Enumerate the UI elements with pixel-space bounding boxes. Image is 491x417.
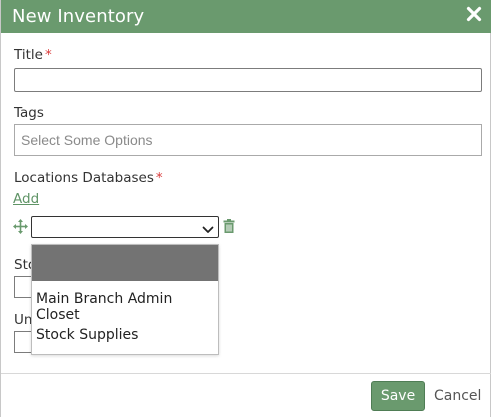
dropdown-option-stock-supplies[interactable]: Stock Supplies	[36, 327, 138, 343]
location-dropdown-list: Main Branch Admin Closet Stock Supplies	[31, 244, 219, 355]
locations-label: Locations Databases *	[14, 170, 163, 186]
move-icon[interactable]	[13, 219, 28, 234]
cancel-button[interactable]: Cancel	[434, 388, 481, 404]
trash-icon[interactable]	[223, 219, 235, 233]
dropdown-option-main-branch-admin-closet[interactable]: Main Branch Admin Closet	[36, 291, 218, 323]
required-marker: *	[44, 47, 52, 63]
tags-placeholder: Select Some Options	[21, 132, 153, 148]
location-select[interactable]	[31, 216, 219, 238]
title-input[interactable]	[14, 68, 482, 92]
dialog-header: New Inventory	[1, 0, 491, 33]
title-label: Title *	[14, 47, 52, 63]
dropdown-option-empty[interactable]	[32, 245, 218, 281]
footer-divider	[1, 373, 491, 374]
close-icon[interactable]	[466, 6, 482, 22]
dialog-title: New Inventory	[12, 6, 145, 27]
tags-input[interactable]: Select Some Options	[14, 124, 482, 156]
chevron-down-icon	[202, 222, 214, 233]
save-button[interactable]: Save	[371, 381, 425, 411]
unit-label: Un	[14, 312, 33, 328]
new-inventory-dialog: New Inventory Title * Tags Select Some Op…	[0, 0, 491, 417]
required-marker: *	[155, 170, 163, 186]
add-location-link[interactable]: Add	[13, 191, 39, 207]
tags-label: Tags	[14, 105, 44, 121]
